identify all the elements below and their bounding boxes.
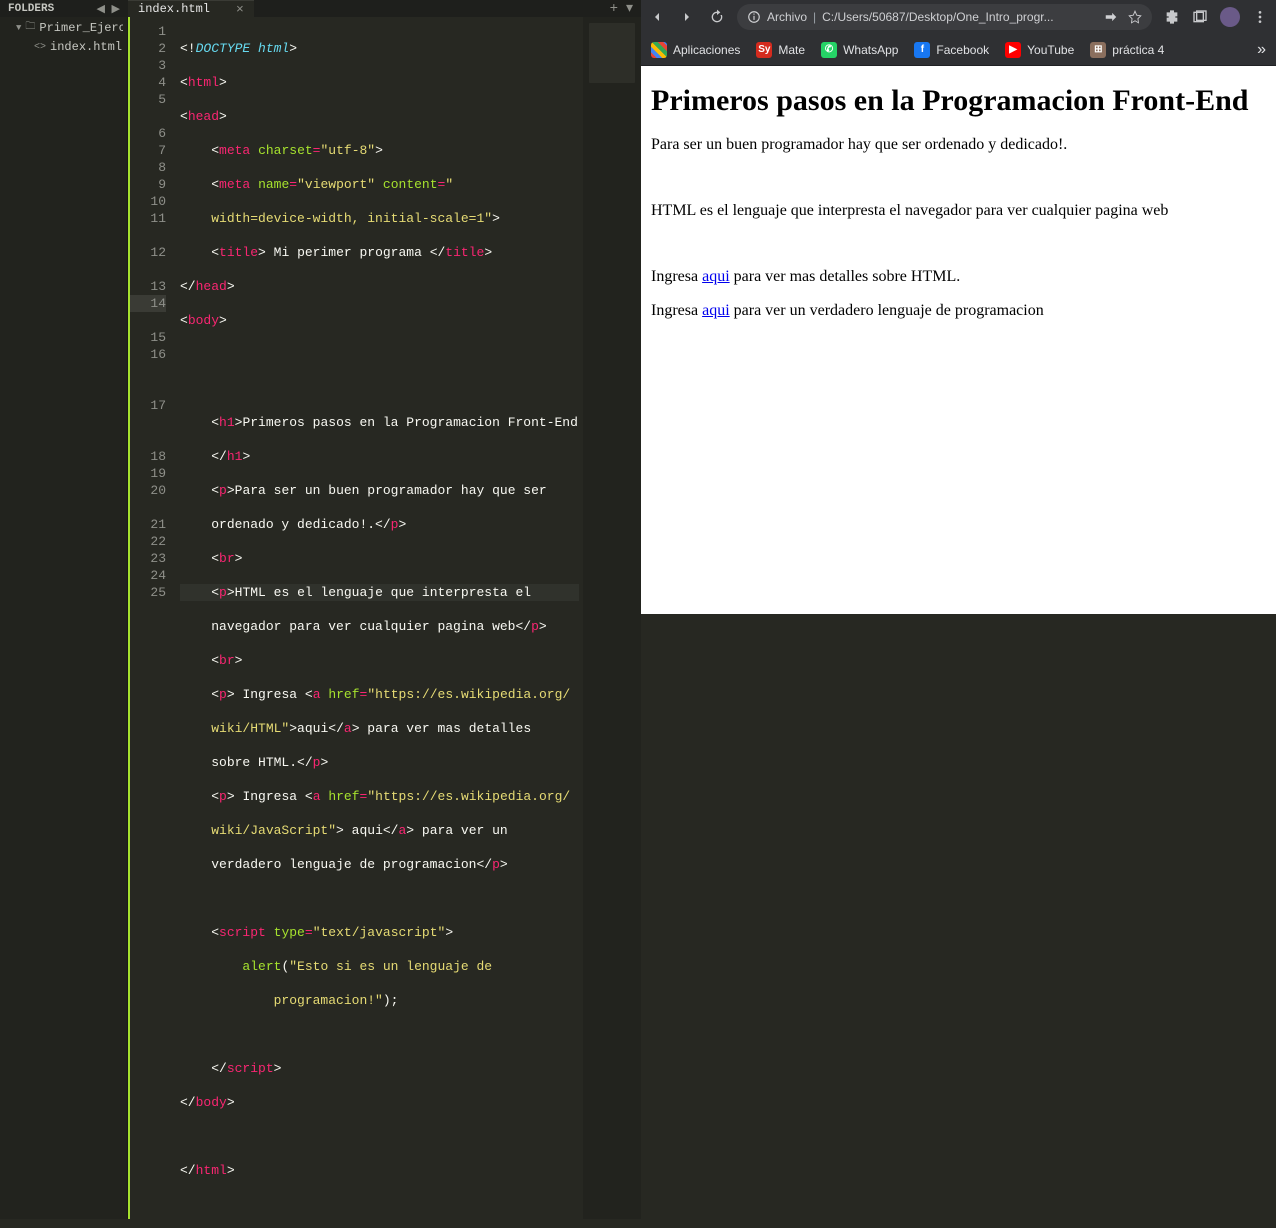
tree-file[interactable]: <> index.html: [0, 38, 127, 56]
profile-avatar[interactable]: [1220, 7, 1240, 27]
link-html[interactable]: aqui: [702, 268, 730, 285]
editor-panel: FOLDERS ◀ ▶ index.html × + ▾ ▼ 🗀 Primer_…: [0, 0, 641, 614]
close-icon[interactable]: ×: [236, 2, 244, 17]
facebook-icon: f: [914, 42, 930, 58]
bookmark-youtube[interactable]: ▶YouTube: [1005, 42, 1074, 58]
rendered-page: Primeros pasos en la Programacion Front-…: [641, 66, 1276, 614]
tab-label: index.html: [138, 2, 210, 16]
tab-history-icons[interactable]: ◀ ▶: [96, 2, 120, 16]
star-icon[interactable]: [1128, 10, 1142, 24]
tabs-bar: FOLDERS ◀ ▶ index.html × + ▾: [0, 0, 641, 17]
page-paragraph-1: Para ser un buen programador hay que ser…: [651, 136, 1266, 154]
tab-active[interactable]: index.html ×: [128, 0, 254, 17]
practica-icon: ⊞: [1090, 42, 1106, 58]
browser-toolbar: Archivo | C:/Users/50687/Desktop/One_Int…: [641, 0, 1276, 34]
url-scheme: Archivo: [767, 10, 807, 24]
forward-icon[interactable]: [679, 9, 695, 25]
bookmark-facebook[interactable]: fFacebook: [914, 42, 989, 58]
menu-icon[interactable]: [1252, 9, 1268, 25]
new-tab-icon[interactable]: +: [610, 1, 618, 17]
page-paragraph-4: Ingresa aqui para ver un verdadero lengu…: [651, 302, 1266, 320]
page-paragraph-2: HTML es el lenguaje que interpresta el n…: [651, 202, 1266, 220]
editor-workspace: ▼ 🗀 Primer_Ejercicio <> index.html 12345…: [0, 17, 641, 1219]
bookmarks-overflow-icon[interactable]: »: [1257, 41, 1266, 59]
tree-folder[interactable]: ▼ 🗀 Primer_Ejercicio: [0, 17, 127, 38]
tab-menu-icon[interactable]: ▾: [626, 0, 633, 17]
back-icon[interactable]: [649, 9, 665, 25]
reload-icon[interactable]: [709, 9, 725, 25]
folder-tree: ▼ 🗀 Primer_Ejercicio <> index.html: [0, 17, 127, 56]
bookmark-mate[interactable]: SyMate: [756, 42, 805, 58]
tabs-icon[interactable]: [1192, 9, 1208, 25]
extensions-icon[interactable]: [1164, 9, 1180, 25]
bookmark-practica[interactable]: ⊞práctica 4: [1090, 42, 1164, 58]
link-js[interactable]: aqui: [702, 302, 730, 319]
info-icon: [747, 10, 761, 24]
code-content[interactable]: <!DOCTYPE html> <html> <head> <meta char…: [176, 17, 583, 1219]
page-paragraph-3: Ingresa aqui para ver mas detalles sobre…: [651, 268, 1266, 286]
tab-nav: FOLDERS ◀ ▶: [0, 0, 128, 17]
code-editor[interactable]: 12345 67891011 12 13 14 1516 17 181920 2…: [128, 17, 641, 1219]
browser-panel: Archivo | C:/Users/50687/Desktop/One_Int…: [641, 0, 1276, 614]
folder-icon: 🗀: [25, 19, 35, 36]
youtube-icon: ▶: [1005, 42, 1021, 58]
page-heading: Primeros pasos en la Programacion Front-…: [651, 84, 1266, 118]
folders-label: FOLDERS: [8, 3, 54, 15]
apps-icon: [651, 42, 667, 58]
file-icon: <>: [34, 42, 46, 53]
whatsapp-icon: ✆: [821, 42, 837, 58]
file-label: index.html: [50, 40, 122, 54]
folder-label: Primer_Ejercicio: [39, 21, 123, 35]
share-icon[interactable]: [1104, 10, 1118, 24]
chevron-down-icon: ▼: [16, 23, 21, 33]
bookmark-whatsapp[interactable]: ✆WhatsApp: [821, 42, 898, 58]
url-text: C:/Users/50687/Desktop/One_Intro_progr..…: [822, 10, 1053, 24]
bookmarks-bar: Aplicaciones SyMate ✆WhatsApp fFacebook …: [641, 34, 1276, 66]
mate-icon: Sy: [756, 42, 772, 58]
address-bar[interactable]: Archivo | C:/Users/50687/Desktop/One_Int…: [737, 4, 1152, 30]
folder-sidebar: ▼ 🗀 Primer_Ejercicio <> index.html: [0, 17, 128, 1219]
tabs-actions: + ▾: [602, 0, 641, 17]
line-gutter: 12345 67891011 12 13 14 1516 17 181920 2…: [130, 17, 176, 1219]
bookmark-apps[interactable]: Aplicaciones: [651, 42, 740, 58]
minimap[interactable]: [583, 17, 641, 1219]
